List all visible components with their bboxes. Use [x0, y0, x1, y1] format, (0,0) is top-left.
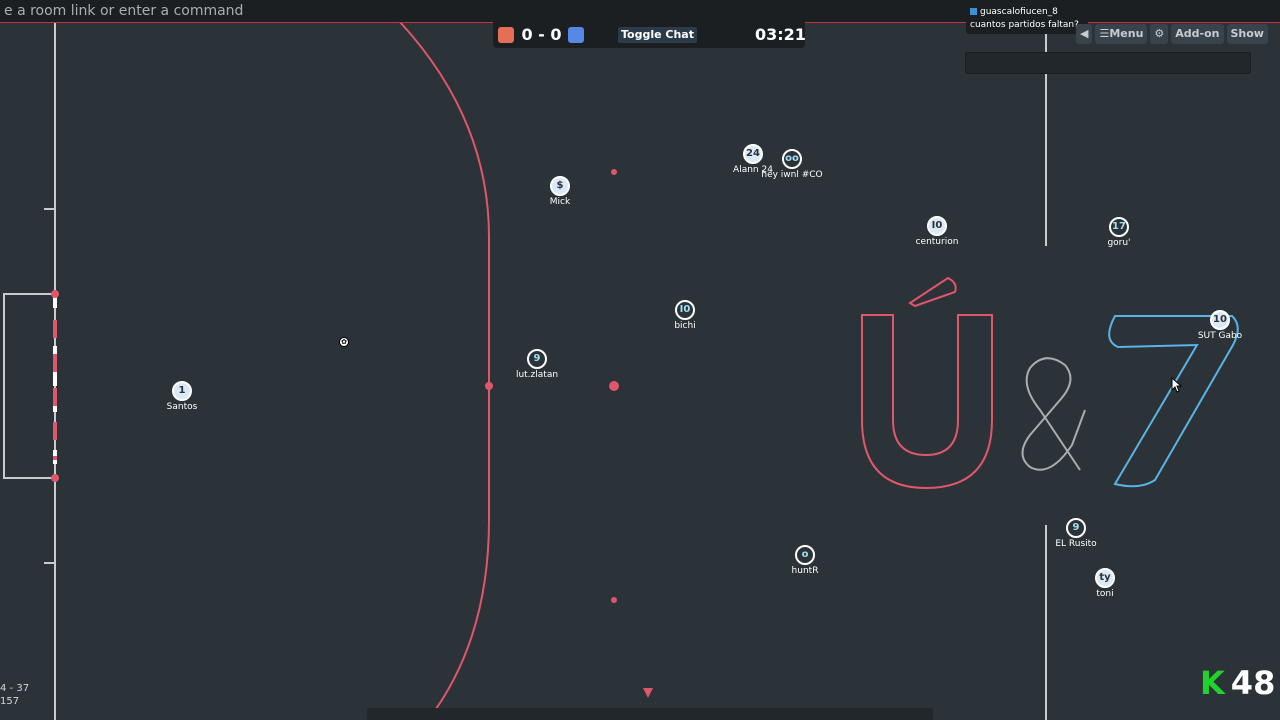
stats-readout: 4 - 37 157 [0, 682, 29, 708]
scoreboard: 0 - 0 Toggle Chat 03:21 [493, 22, 806, 48]
logo-seven [1108, 315, 1239, 488]
blue-team-icon [568, 27, 584, 43]
triangle-down-icon [643, 688, 653, 698]
player-number: 10 [1210, 310, 1230, 330]
red-team-icon [498, 27, 514, 43]
stats-line-1: 4 - 37 [0, 683, 30, 694]
player-name: EL Rusito [1055, 539, 1097, 549]
player-el-rusito: 9 EL Rusito [1036, 518, 1116, 549]
player-mick: $ Mick [520, 176, 600, 207]
score: 0 - 0 [521, 25, 562, 44]
player-name: Santos [166, 402, 198, 412]
player-name: lut.zlatan [515, 370, 559, 380]
player-name: Mick [549, 197, 571, 207]
player-santos: 1 Santos [142, 381, 222, 412]
spot-bottom [611, 597, 617, 603]
toggle-chat-button[interactable]: Toggle Chat [618, 27, 697, 43]
stats-line-2: 157 [0, 696, 20, 707]
player-lut-zlatan: 9 lut.zlatan [497, 349, 577, 380]
settings-button[interactable]: ⚙ [1150, 24, 1169, 44]
player-number: 1 [172, 381, 192, 401]
spot-top [611, 169, 617, 175]
penalty-spot [609, 381, 619, 391]
player-number: $ [550, 176, 570, 196]
player-number: ty [1095, 568, 1115, 588]
k-logo: K [1200, 664, 1225, 702]
right-toolbar: ◀ ☰Menu ⚙ Add-on Show [1076, 24, 1268, 44]
player-number: oo [782, 149, 802, 169]
player-number: I0 [927, 216, 947, 236]
penalty-arc [399, 21, 491, 720]
menu-button[interactable]: ☰Menu [1095, 24, 1148, 44]
logo-accent [908, 276, 957, 308]
player-name: SUT Gabo [1197, 331, 1243, 341]
player-toni: ty toni [1065, 568, 1145, 599]
pitch [3, 21, 1239, 720]
player-number: I0 [675, 300, 695, 320]
arc-point [485, 382, 493, 390]
player-number: o [795, 545, 815, 565]
chat-author: guascalofiucen_8 [980, 7, 1058, 17]
player-sut-gabo: 10 SUT Gabo [1180, 310, 1260, 341]
player-number: 17 [1109, 217, 1129, 237]
goal-post-bottom [51, 474, 59, 482]
match-timer: 03:21 [755, 25, 806, 44]
player-hey-iwnl: oo hey iwnl #CO [752, 149, 832, 180]
chat-input[interactable] [965, 52, 1251, 74]
addon-button[interactable]: Add-on [1171, 24, 1224, 44]
show-button[interactable]: Show [1226, 24, 1268, 44]
gear-icon: ⚙ [1154, 27, 1165, 40]
chat-message: cuantos partidos faltan? [970, 20, 1079, 30]
speaker-icon: ◀ [1080, 27, 1089, 40]
player-number: 9 [527, 349, 547, 369]
player-name: toni [1096, 589, 1114, 599]
bottom-panel [367, 708, 933, 720]
player-name: hey iwnl #CO [761, 170, 823, 180]
chat-author-line: guascalofiucen_8 [970, 6, 1084, 19]
player-name: centurion [915, 237, 959, 247]
player-name: goru' [1107, 238, 1131, 248]
ball-icon: ✿ [339, 337, 349, 347]
player-huntr: o huntR [765, 545, 845, 576]
mouse-cursor-icon [1171, 377, 1183, 393]
player-number: 9 [1066, 518, 1086, 538]
player-goru: 17 goru' [1079, 217, 1159, 248]
badge-number: 48 [1230, 664, 1276, 702]
player-bichi: I0 bichi [645, 300, 725, 331]
player-name: huntR [791, 566, 819, 576]
chat-log: guascalofiucen_8 cuantos partidos faltan… [966, 4, 1088, 34]
user-badge-icon [970, 8, 977, 15]
goal-net [3, 293, 56, 479]
goal-post-top [51, 290, 59, 298]
channel-badge: K 48 [1200, 664, 1276, 702]
speaker-button[interactable]: ◀ [1076, 24, 1093, 44]
player-name: bichi [674, 321, 696, 331]
command-bar [0, 0, 1280, 23]
player-centurion: I0 centurion [897, 216, 977, 247]
logo-ampersand [1021, 357, 1086, 471]
logo-u [861, 314, 993, 490]
command-input[interactable] [0, 0, 608, 22]
